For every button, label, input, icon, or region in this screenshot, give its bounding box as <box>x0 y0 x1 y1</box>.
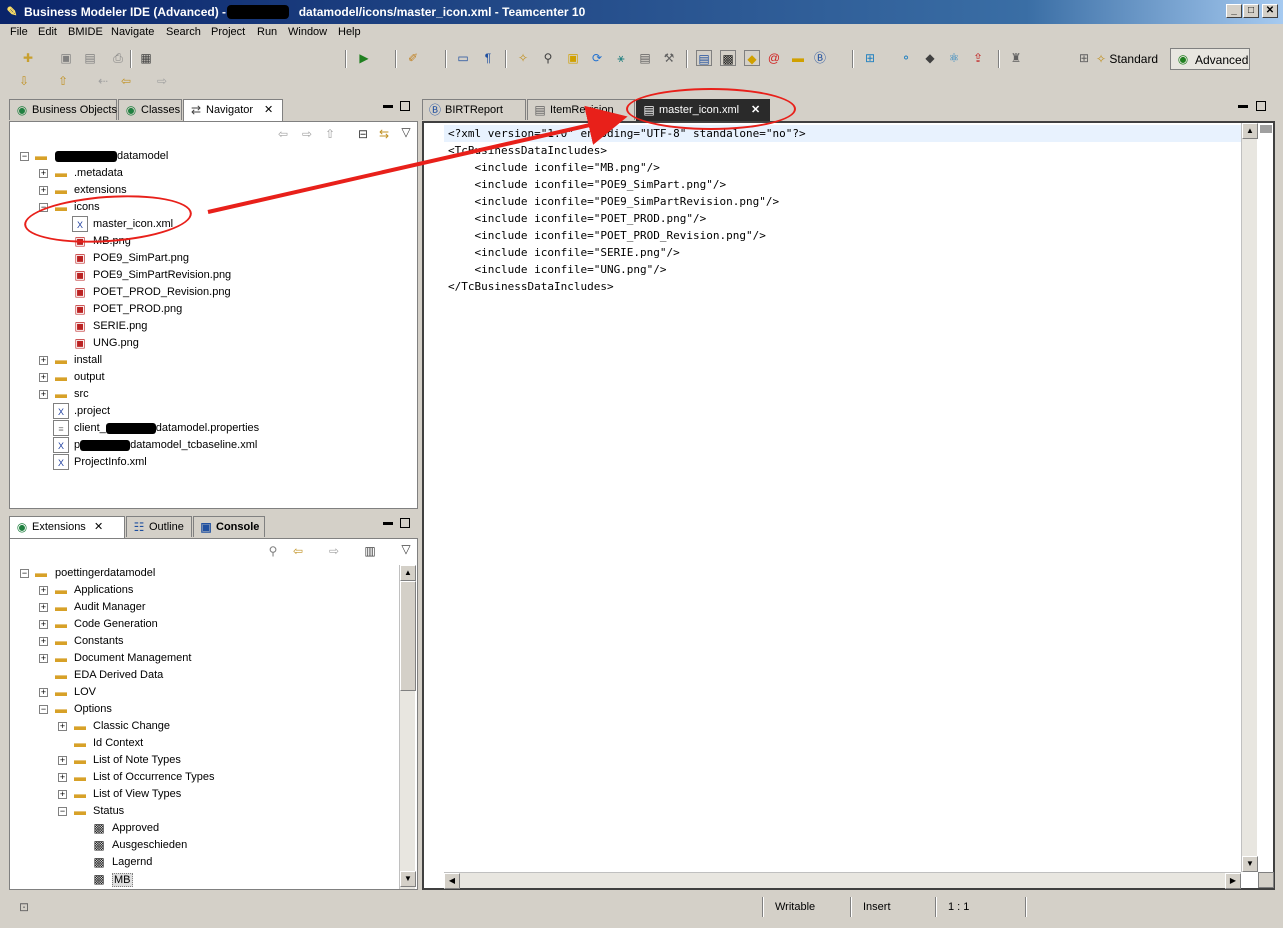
annotation-arrow <box>207 105 628 214</box>
annotation-arrow-line <box>207 105 628 214</box>
